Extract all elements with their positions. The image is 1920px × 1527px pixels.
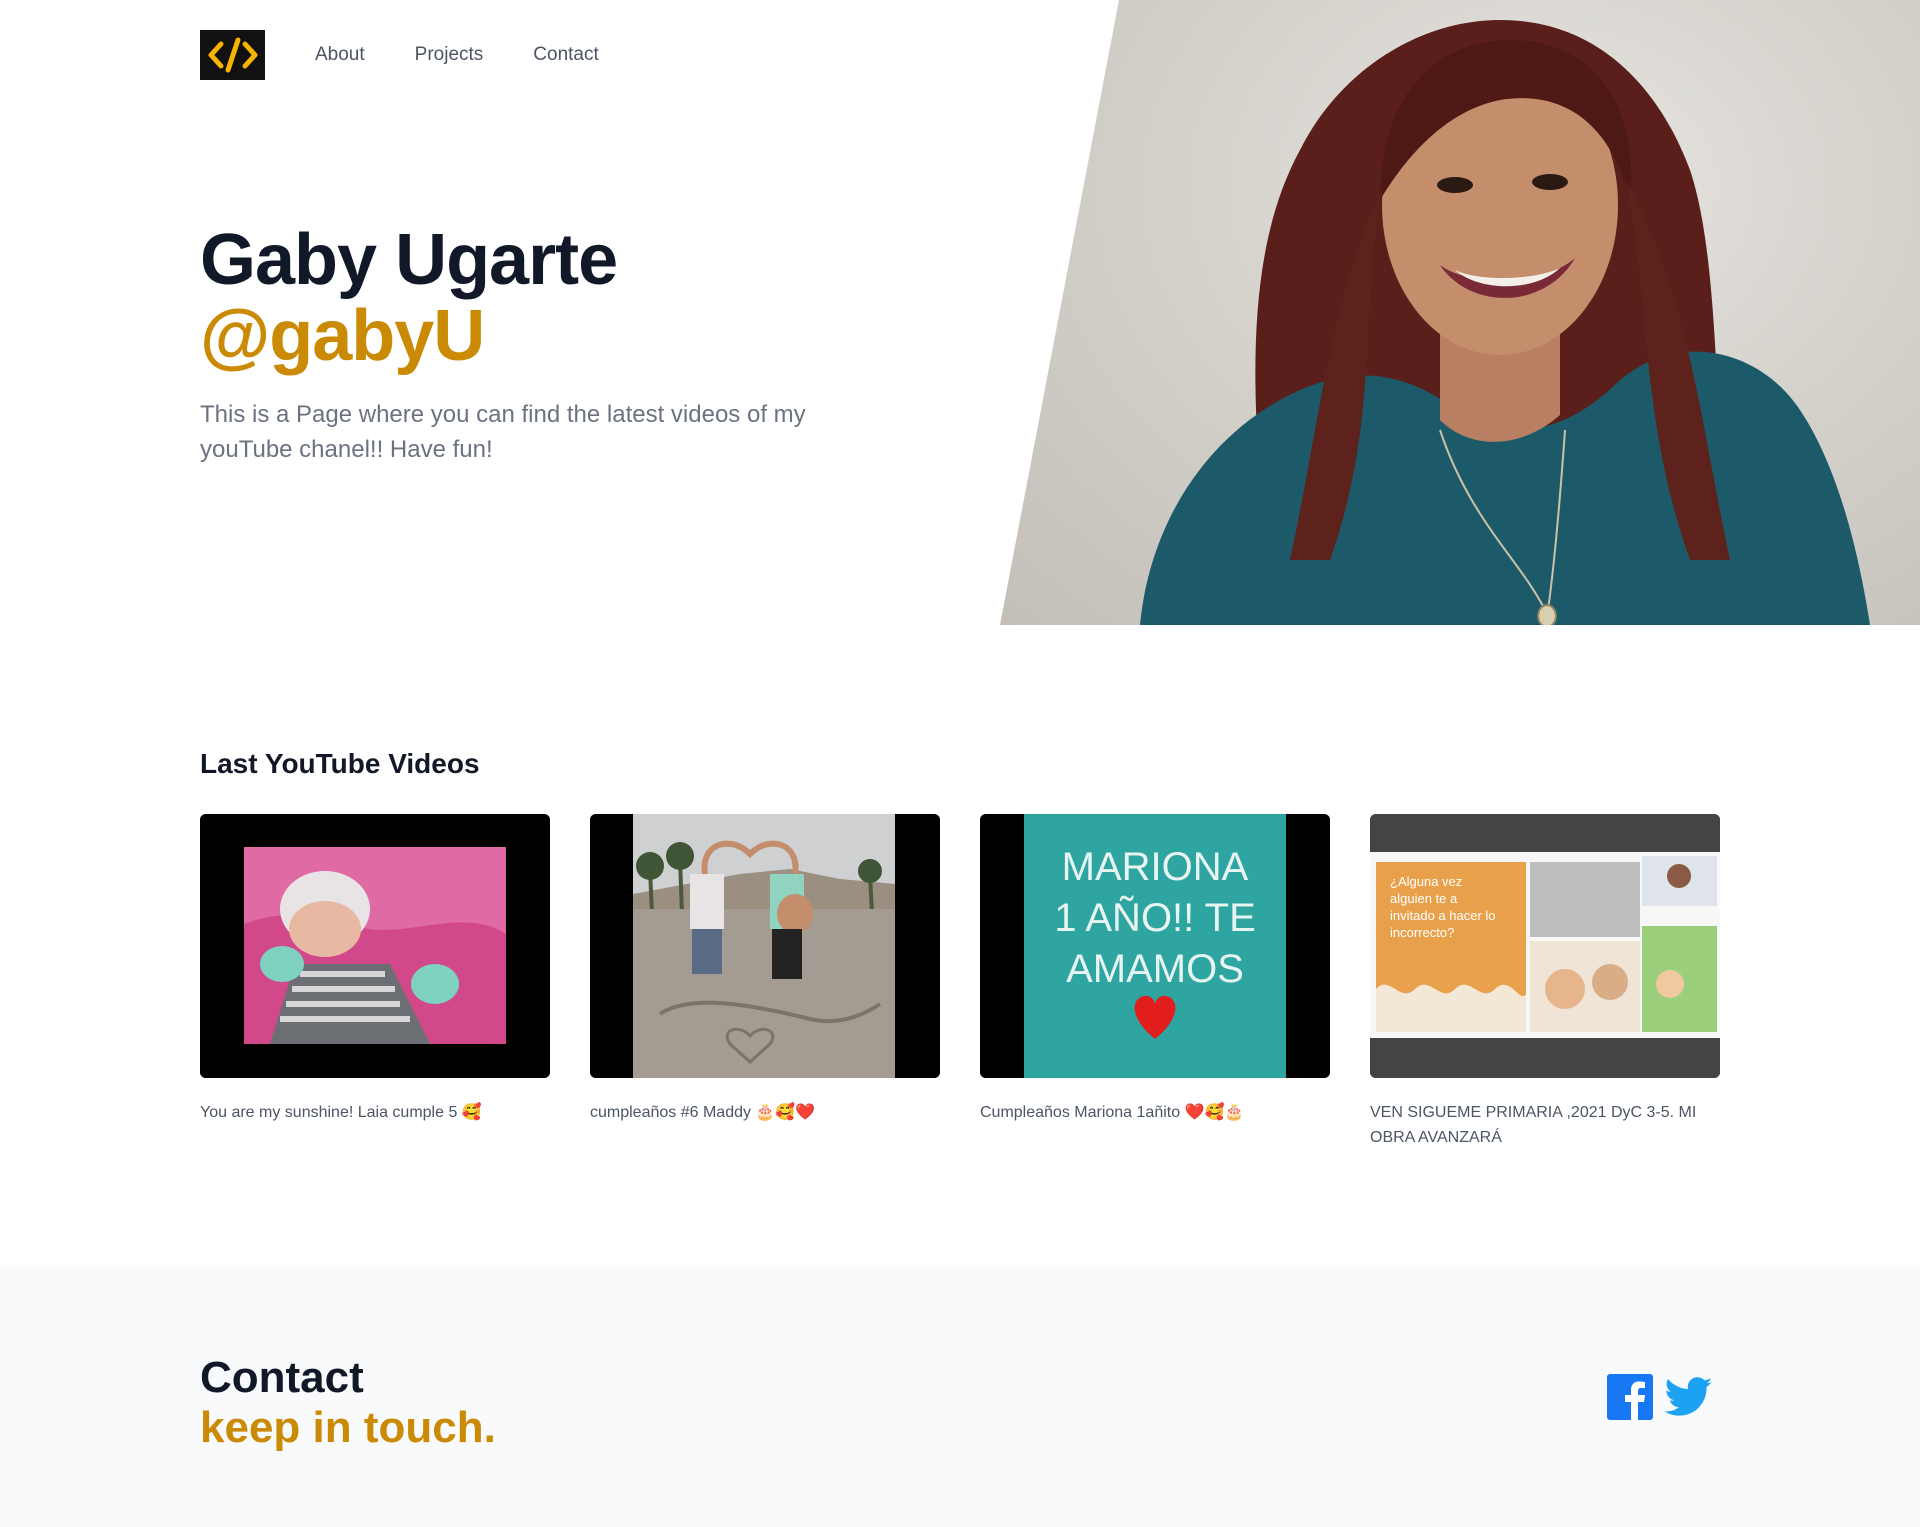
video-title[interactable]: VEN SIGUEME PRIMARIA ,2021 DyC 3-5. MI O… bbox=[1370, 1100, 1720, 1150]
hero-heading: Gaby Ugarte @gabyU bbox=[200, 220, 618, 376]
video-title[interactable]: Cumpleaños Mariona 1añito ❤️🥰🎂 bbox=[980, 1100, 1330, 1125]
video-grid: You are my sunshine! Laia cumple 5 🥰 cum… bbox=[200, 814, 1721, 1150]
logo[interactable] bbox=[200, 30, 265, 80]
facebook-icon bbox=[1607, 1374, 1653, 1420]
videos-heading: Last YouTube Videos bbox=[200, 748, 480, 779]
main-nav: About Projects Contact bbox=[200, 30, 599, 80]
contact-heading: Contact keep in touch. bbox=[200, 1353, 496, 1453]
thumb-text-line-3: AMAMOS bbox=[1066, 947, 1244, 991]
nav-link-about[interactable]: About bbox=[315, 44, 365, 66]
video-title[interactable]: cumpleaños #6 Maddy 🎂🥰❤️ bbox=[590, 1100, 940, 1125]
twitter-icon bbox=[1664, 1377, 1713, 1416]
video-card[interactable]: ¿Alguna vez alguien te a invitado a hace… bbox=[1370, 814, 1720, 1150]
thumb-text-line-1: MARIONA bbox=[1062, 845, 1249, 889]
contact-subtitle: keep in touch. bbox=[200, 1403, 496, 1452]
nav-link-contact[interactable]: Contact bbox=[533, 44, 598, 66]
nav-link-projects[interactable]: Projects bbox=[415, 44, 484, 66]
thumb-text-line-4: incorrecto? bbox=[1390, 925, 1454, 940]
video-thumbnail[interactable] bbox=[590, 814, 940, 1078]
hero-handle: @gabyU bbox=[200, 296, 485, 376]
video-card[interactable]: You are my sunshine! Laia cumple 5 🥰 bbox=[200, 814, 550, 1150]
video-thumbnail[interactable] bbox=[200, 814, 550, 1078]
twitter-link[interactable] bbox=[1664, 1377, 1713, 1422]
video-thumbnail[interactable]: ¿Alguna vez alguien te a invitado a hace… bbox=[1370, 814, 1720, 1078]
video-card[interactable]: MARIONA 1 AÑO!! TE AMAMOS Cumpleaños Mar… bbox=[980, 814, 1330, 1150]
video-title[interactable]: You are my sunshine! Laia cumple 5 🥰 bbox=[200, 1100, 550, 1125]
thumb-text-line-1: ¿Alguna vez bbox=[1390, 874, 1462, 889]
thumb-text-line-2: 1 AÑO!! TE bbox=[1054, 895, 1256, 940]
hero-name: Gaby Ugarte bbox=[200, 220, 618, 300]
code-brackets-icon bbox=[208, 37, 257, 73]
thumb-text-line-2: alguien te a bbox=[1390, 891, 1458, 906]
social-links bbox=[1607, 1374, 1713, 1425]
hero-section: About Projects Contact Gaby Ugarte @gaby… bbox=[0, 0, 1920, 625]
contact-title: Contact bbox=[200, 1353, 364, 1402]
video-thumbnail[interactable]: MARIONA 1 AÑO!! TE AMAMOS bbox=[980, 814, 1330, 1078]
contact-section: Contact keep in touch. bbox=[0, 1267, 1920, 1527]
facebook-link[interactable] bbox=[1607, 1374, 1653, 1425]
video-card[interactable]: cumpleaños #6 Maddy 🎂🥰❤️ bbox=[590, 814, 940, 1150]
hero-description: This is a Page where you can find the la… bbox=[200, 401, 806, 463]
thumb-text-line-3: invitado a hacer lo bbox=[1390, 908, 1496, 923]
profile-photo bbox=[1000, 0, 1920, 625]
